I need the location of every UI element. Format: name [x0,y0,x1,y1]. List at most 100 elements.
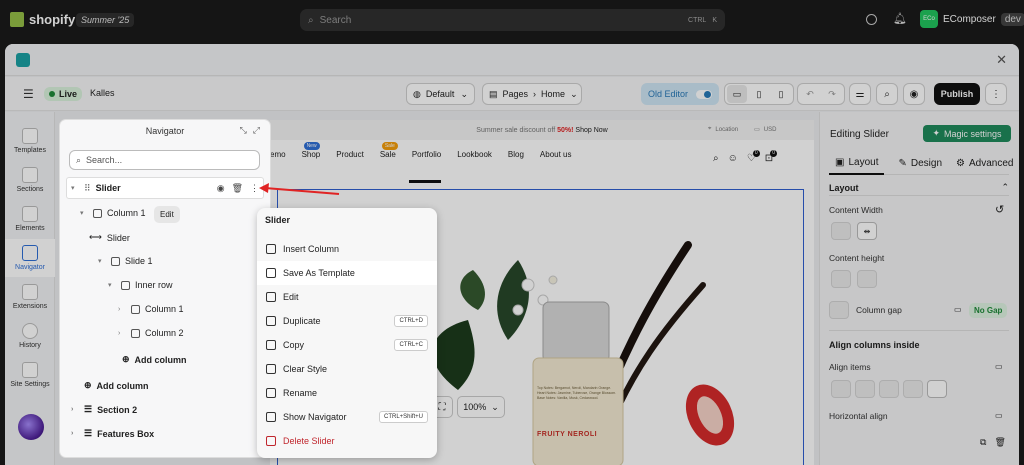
menu-item-rename[interactable]: Rename [257,381,437,405]
cart-icon[interactable]: ⊡ 0 [765,150,778,164]
bell-icon[interactable]: 🔔︎ [893,12,907,25]
tablet-icon[interactable]: ▯ [749,85,769,103]
menu-item-insert-column[interactable]: Insert Column [257,237,437,261]
boxed-width-icon[interactable] [831,222,851,240]
align-bottom-icon[interactable] [879,380,899,398]
publish-button[interactable]: Publish [934,83,980,105]
menu-item-save-as-template[interactable]: Save As Template [257,261,437,285]
zoom-select[interactable]: 100% ⌄ [457,396,505,418]
undo-icon[interactable]: ↶ [800,85,820,103]
add-column-button[interactable]: ⊕ Add column [122,354,187,365]
redo-icon[interactable]: ↷ [822,85,842,103]
align-stretch-icon[interactable] [927,380,947,398]
shopify-logo[interactable]: shopify [10,12,75,27]
location-label[interactable]: Location [715,127,738,133]
tree-label: Column 1 [107,208,146,218]
magic-settings-button[interactable]: ✦ Magic settings [923,125,1011,142]
user-icon[interactable]: ☺ [728,153,738,164]
tree-item-inner-row[interactable]: ▾ Inner row [108,280,173,290]
collapse-all-icon[interactable]: ⤡ [240,125,247,136]
eye-icon[interactable]: ◉ [217,183,225,194]
tree-item-column[interactable]: › Column 2 [118,328,184,338]
chevron-right-icon: › [71,430,74,437]
layout-section-header[interactable]: Layout ⌃ [829,180,1009,196]
menu-item[interactable]: Portfolio [412,150,441,159]
tree-item-column[interactable]: ▾ Column 1 [80,208,146,218]
tree-item-section[interactable]: › ☰ Section 2 [71,404,137,415]
promo-link[interactable]: Shop Now [575,127,607,134]
menu-item[interactable]: Blog [508,150,524,159]
wishlist-count: 0 [752,150,760,157]
wishlist-icon[interactable]: ♡ 0 [747,150,760,164]
store-tag: dev [1000,12,1024,26]
reset-icon[interactable]: ↺ [995,203,1004,216]
shopify-bag-icon [10,12,24,27]
full-height-icon[interactable] [857,270,877,288]
tab-advanced[interactable]: ⚙ Advanced [956,158,1013,169]
navigator-search-input[interactable]: ⌕ Search... [69,150,260,170]
column-gap-select[interactable]: No Gap [969,303,1008,318]
section-icon: ☰ [84,428,93,438]
device-select[interactable]: ◍ Default ⌄ [406,83,475,105]
rail-templates[interactable]: Templates [5,122,55,160]
edition-badge: Summer '25 [76,13,135,27]
copy-icon[interactable]: ⧉ [980,437,986,448]
inspect-icon[interactable]: ⌕ [876,83,898,105]
menu-item[interactable]: New Shop [302,142,320,159]
add-column-button[interactable]: ⊕ Add column [84,380,149,391]
page-select[interactable]: ▤ Pages › Home ⌄ [482,83,582,105]
settings-sliders-icon[interactable]: ⚌ [849,83,871,105]
tree-item-column[interactable]: › Column 1 [118,304,184,314]
old-editor-toggle[interactable]: Old Editor [641,83,719,105]
rail-sections[interactable]: Sections [5,161,55,199]
tab-layout[interactable]: ▣ Layout [829,153,885,175]
menu-item[interactable]: Sale Sale [380,142,398,159]
mobile-icon[interactable]: ▯ [771,85,791,103]
trash-icon[interactable]: 🗑︎ [994,437,1005,448]
menu-item[interactable]: About us [540,150,572,159]
search-icon[interactable]: ⌕ [713,153,719,164]
more-options-icon[interactable]: ⋮ [985,83,1007,105]
chevron-right-icon: › [118,329,121,337]
trash-icon[interactable]: 🗑︎ [232,183,243,194]
menu-item-delete-slider[interactable]: Delete Slider [257,429,437,453]
store-menu[interactable]: ECo EComposer dev [920,10,1024,28]
rail-elements[interactable]: Elements [5,200,55,238]
fit-height-icon[interactable] [831,270,851,288]
desktop-icon[interactable]: ▭ [727,85,747,103]
full-width-icon[interactable]: ⇹ [857,222,877,240]
close-icon[interactable]: ✕ [996,52,1007,68]
menu-item-duplicate[interactable]: Duplicate CTRL+D [257,309,437,333]
menu-item[interactable]: Lookbook [457,150,492,159]
tree-item-slider-element[interactable]: ⟷ Slider [89,232,130,243]
sidekick-icon[interactable] [866,14,877,25]
menu-item-copy[interactable]: Copy CTRL+C [257,333,437,357]
rail-history[interactable]: History [5,317,55,355]
tree-item-slider[interactable]: ▾ ⠿ Slider ◉ 🗑︎ ⋮ [66,177,264,199]
menu-item-clear-style[interactable]: Clear Style [257,357,437,381]
magic-wand-icon: ✦ [932,128,940,138]
drag-handle-icon[interactable]: ⠿ [84,183,91,194]
menu-item-edit[interactable]: Edit [257,285,437,309]
rail-site-settings[interactable]: Site Settings [5,356,55,394]
tree-item-slide[interactable]: ▾ Slide 1 [98,256,153,266]
admin-search[interactable]: ⌕ Search CTRL K [300,9,725,31]
hamburger-menu-icon[interactable]: ☰ [23,87,34,101]
currency-label[interactable]: USD [764,127,777,133]
menu-item[interactable]: Product [336,150,364,159]
align-top-icon[interactable] [831,380,851,398]
menu-item[interactable]: emo [270,150,286,159]
rail-extensions[interactable]: Extensions [5,278,55,316]
tab-design[interactable]: ✎ Design [898,158,942,169]
tree-item-section[interactable]: › ☰ Features Box [71,428,154,439]
tree-label: Column 2 [145,328,184,338]
tab-label: Design [910,158,943,169]
search-placeholder: Search [319,14,352,26]
ai-assistant-orb-icon[interactable] [18,414,44,440]
expand-all-icon[interactable]: ⤢ [253,125,260,136]
align-middle-icon[interactable] [855,380,875,398]
preview-eye-icon[interactable]: ◉ [903,83,925,105]
rail-navigator[interactable]: Navigator [5,239,55,277]
align-center-icon[interactable] [903,380,923,398]
menu-item-show-navigator[interactable]: Show Navigator CTRL+Shift+U [257,405,437,429]
